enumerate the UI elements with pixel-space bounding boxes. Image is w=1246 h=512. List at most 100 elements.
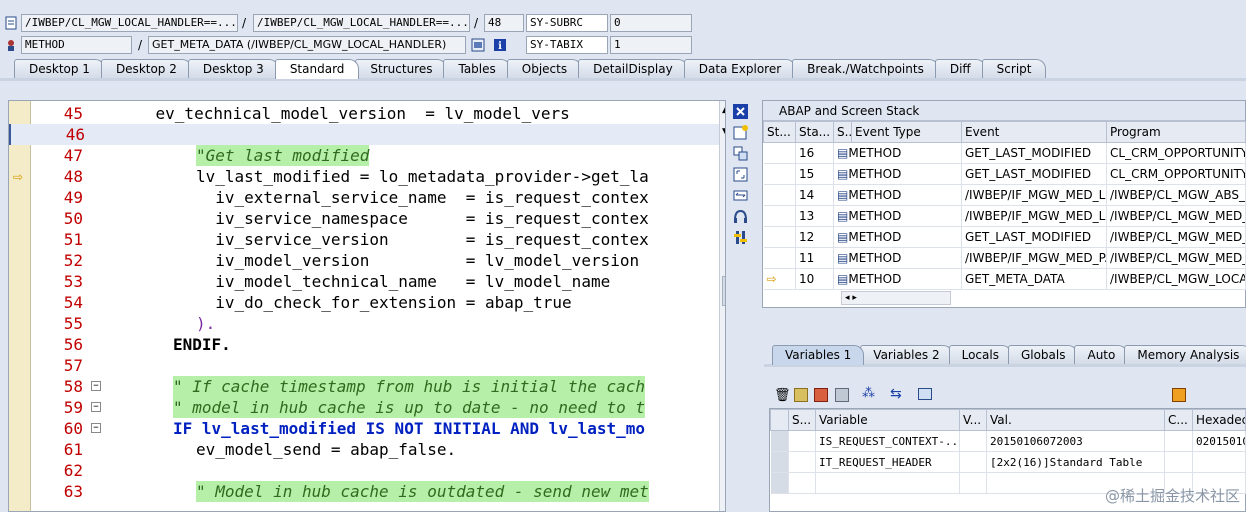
expand-icon[interactable]: ⁂ [862,386,875,401]
program-field[interactable]: /IWBEP/CL_MGW_LOCAL_HANDLER==... [21,14,238,32]
new-window-icon[interactable] [918,388,932,400]
code-line[interactable]: 47 "Get last modified [9,145,719,166]
info-icon[interactable]: i [493,38,507,52]
tab-standard[interactable]: Standard [274,59,360,79]
source-code-editor[interactable]: ⇨ 45 ev_technical_model_version = lv_mod… [8,100,726,512]
fold-toggle-icon[interactable]: − [91,381,101,391]
include-field[interactable]: /IWBEP/CL_MGW_LOCAL_HANDLER==... [253,14,470,32]
save-layout-icon[interactable] [1172,388,1186,402]
tab-desktop-1[interactable]: Desktop 1 [14,59,105,79]
event-cell: /IWBEP/IF_MGW_MED_L... [961,205,1107,227]
scroll-down-icon[interactable]: ▼ [722,127,725,137]
fold-toggle-icon[interactable]: − [91,423,101,433]
tools-icon[interactable] [835,388,849,402]
code-line[interactable]: 60− IF lv_last_modified IS NOT INITIAL AN… [9,418,719,439]
tab-data-explorer[interactable]: Data Explorer [683,59,797,79]
scroll-thumb[interactable] [722,276,725,306]
table-row[interactable]: 11 ▤METHOD/IWBEP/IF_MGW_MED_P.../IWBEP/CL… [763,247,1246,269]
tab-globals[interactable]: Globals [1007,345,1079,365]
scroll-up-icon[interactable]: ▲ [722,105,725,115]
sysvar1-name-field[interactable]: SY-SUBRC [526,14,608,32]
tab-script[interactable]: Script [981,59,1047,79]
code-line[interactable]: 59− " model in hub cache is up to date - … [9,397,719,418]
table-row[interactable]: 14 ▤METHOD/IWBEP/IF_MGW_MED_L.../IWBEP/CL… [763,184,1246,206]
tab-memory-analysis[interactable]: Memory Analysis [1124,345,1246,365]
code-line[interactable]: 51 iv_service_version = is_request_conte… [9,229,719,250]
code-line[interactable]: 52 iv_model_version = lv_model_version [9,250,719,271]
table-row[interactable]: 12 ▤METHOD GET_LAST_MODIFIED/IWBEP/CL_MGW_… [763,226,1246,248]
tab-desktop-2[interactable]: Desktop 2 [100,59,192,79]
table-row[interactable]: 16 ▤METHOD GET_LAST_MODIFIED CL_CRM_OPPORTU… [763,142,1246,164]
col-header[interactable]: Event Type [851,121,962,143]
swap-icon[interactable] [732,187,749,204]
fold-toggle-icon[interactable]: − [91,402,101,412]
code-line[interactable]: 45 ev_technical_model_version = lv_model… [9,103,719,124]
close-icon[interactable] [732,103,749,120]
sysvar2-name-field[interactable]: SY-TABIX [526,36,608,54]
col-header[interactable]: St... [763,121,796,143]
sysvar1-value-field[interactable]: 0 [610,14,692,32]
sysvar2-value-field[interactable]: 1 [610,36,692,54]
col-header[interactable]: C... [1164,409,1193,431]
code-line[interactable]: 57 [9,355,719,376]
col-header[interactable]: Variable [815,409,960,431]
code-line[interactable]: 58− " If cache timestamp from hub is init… [9,376,719,397]
code-line[interactable]: 49 iv_external_service_name = is_request… [9,187,719,208]
desktop-tabbar: Desktop 1 Desktop 2 Desktop 3 Standard S… [14,59,1047,79]
tab-auto[interactable]: Auto [1074,345,1129,365]
tab-diff[interactable]: Diff [934,59,986,79]
code-line[interactable]: 53 iv_model_technical_name = lv_model_na… [9,271,719,292]
col-header[interactable]: Hexadeci [1192,409,1246,431]
code-vertical-scrollbar[interactable]: ▲ ▼ [719,101,725,511]
table-row[interactable]: IT_REQUEST_HEADER [2x2(16)]Standard Tabl… [770,451,1246,473]
table-row[interactable]: 15 ▤METHOD GET_LAST_MODIFIED CL_CRM_OPPORTU… [763,163,1246,185]
line-number-field[interactable]: 48 [484,14,524,32]
code-line[interactable]: 61 ev_model_send = abap_false. [9,439,719,460]
table-row[interactable]: IS_REQUEST_CONTEXT-... 20150106072003 02… [770,430,1246,452]
tab-locals[interactable]: Locals [948,345,1012,365]
tab-variables-2[interactable]: Variables 2 [860,345,953,365]
load-variables-icon[interactable] [814,388,828,402]
code-line[interactable]: 62 [9,460,719,481]
variable-name[interactable]: IT_REQUEST_HEADER [815,451,960,473]
navigate-variable-icon[interactable]: ⇆ [890,386,902,402]
save-variables-icon[interactable] [794,388,808,402]
tab-structures[interactable]: Structures [355,59,448,79]
table-row[interactable]: 13 ▤METHOD/IWBEP/IF_MGW_MED_L.../IWBEP/CL… [763,205,1246,227]
services-icon[interactable] [732,208,749,225]
variable-value[interactable]: 20150106072003 [986,430,1165,452]
new-tool-icon[interactable] [732,124,749,141]
tab-objects[interactable]: Objects [506,59,583,79]
table-row[interactable]: ⇨ 10 ▤METHOD GET_META_DATA/IWBEP/CL_MGW_LOC… [763,268,1246,290]
code-line[interactable]: 55). [9,313,719,334]
code-line[interactable]: 56 ENDIF. [9,334,719,355]
tab-variables-1[interactable]: Variables 1 [772,345,865,365]
code-line[interactable]: 63 " Model in hub cache is outdated - sen… [9,481,719,502]
navigate-icon[interactable] [471,38,485,52]
col-header[interactable]: S... [833,121,852,143]
code-line[interactable]: 48 lv_last_modified = lo_metadata_provide… [9,166,719,187]
delete-icon[interactable]: 🗑 [774,388,791,403]
maximize-icon[interactable] [732,166,749,183]
event-name-field[interactable]: GET_META_DATA (/IWBEP/CL_MGW_LOCAL_HANDL… [148,36,466,54]
settings-icon[interactable] [732,229,749,246]
code-line-cursor[interactable]: 46 [9,124,719,145]
col-header[interactable]: Program [1106,121,1246,143]
col-header[interactable]: Sta... [795,121,834,143]
col-header[interactable]: V... [959,409,987,431]
code-line[interactable]: 50 iv_service_namespace = is_request_con… [9,208,719,229]
variable-value[interactable]: [2x2(16)]Standard Table [986,451,1165,473]
replace-tool-icon[interactable] [732,145,749,162]
event-cell: /IWBEP/IF_MGW_MED_P... [961,247,1107,269]
event-type-field[interactable]: METHOD [21,36,132,54]
col-header[interactable]: Event [961,121,1107,143]
col-header[interactable]: S... [788,409,816,431]
variable-name[interactable]: IS_REQUEST_CONTEXT-... [815,430,960,452]
tab-detaildisplay[interactable]: DetailDisplay [578,59,688,79]
tab-tables[interactable]: Tables [443,59,511,79]
code-line[interactable]: 54 iv_do_check_for_extension = abap_true [9,292,719,313]
stack-horizontal-scrollbar[interactable]: ◂ ▸ [841,291,951,305]
col-header[interactable]: Val. [986,409,1165,431]
tab-breakpoints[interactable]: Break./Watchpoints [792,59,939,79]
tab-desktop-3[interactable]: Desktop 3 [187,59,279,79]
